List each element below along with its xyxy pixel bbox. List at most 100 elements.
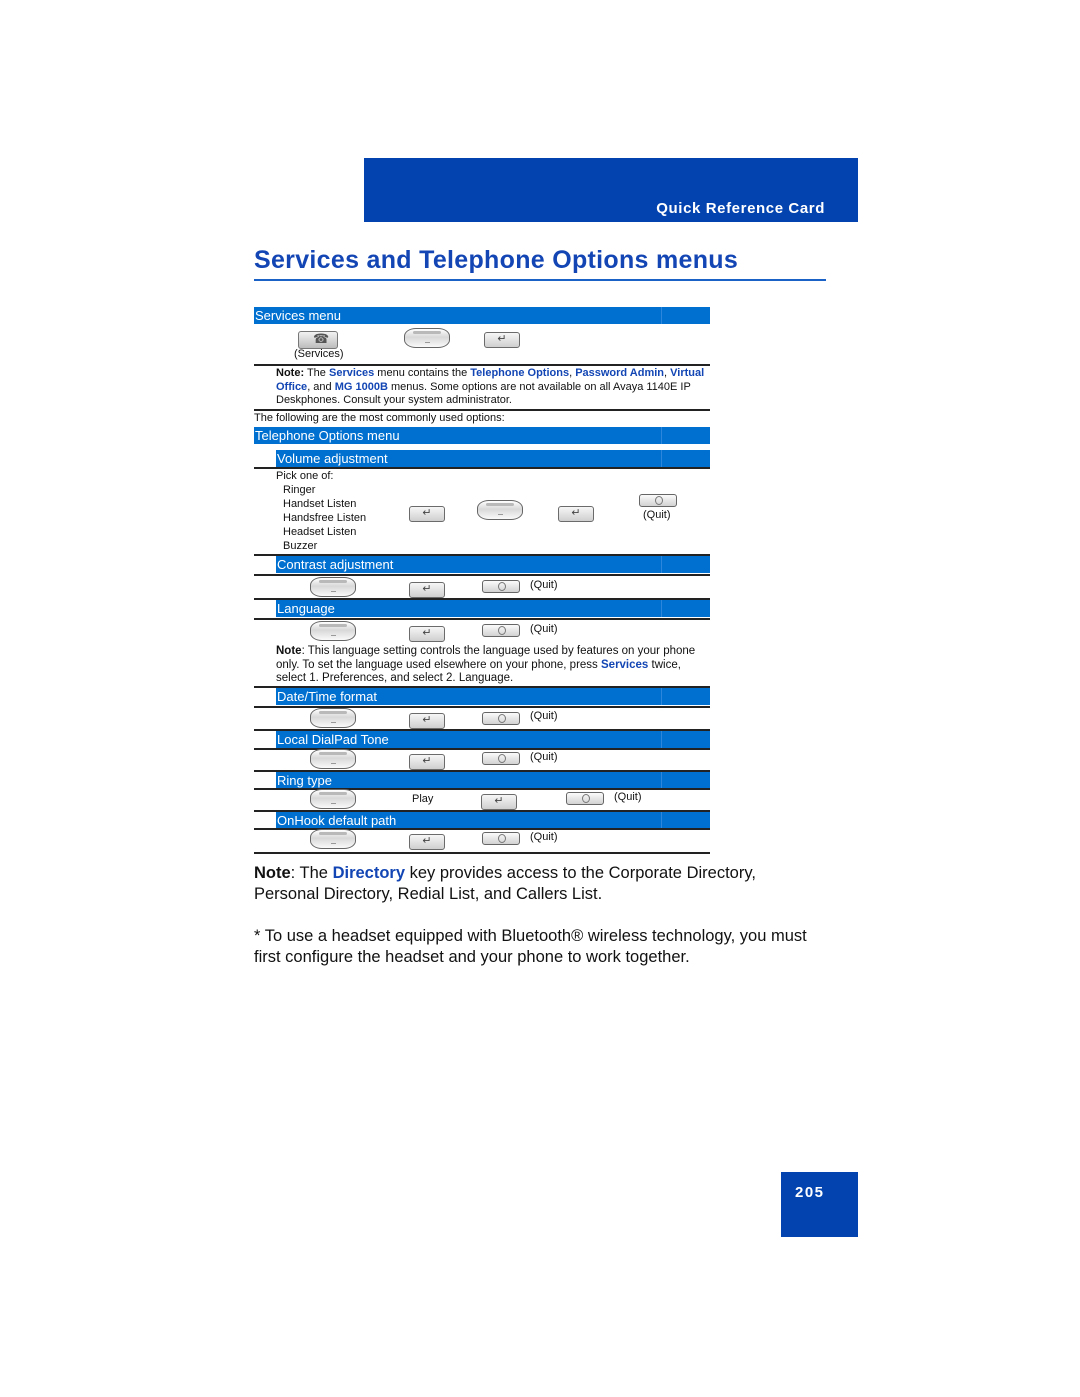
enter-key-icon: ↵ — [571, 507, 581, 519]
telephone-options-menu-header: Telephone Options menu — [254, 427, 710, 444]
enter-key-icon: ↵ — [422, 507, 432, 519]
services-key-caption: (Services) — [294, 348, 344, 360]
page-title: Services and Telephone Options menus — [254, 246, 739, 274]
section-label: Quick Reference Card — [656, 200, 825, 217]
services-note: Note: The Services menu contains the Tel… — [276, 367, 708, 408]
enter-key-icon: ↵ — [422, 583, 432, 595]
enter-key[interactable]: ↵ — [481, 794, 517, 810]
onhook-default-path-title: OnHook default path — [277, 813, 397, 828]
note-text: , and — [307, 380, 335, 393]
datetime-format-header: Date/Time format — [276, 688, 710, 705]
services-link-text: Services — [601, 658, 649, 671]
common-options-text: The following are the most commonly used… — [254, 412, 505, 424]
header-banner: Quick Reference Card — [364, 158, 858, 222]
play-label: Play — [412, 793, 434, 805]
ring-type-header: Ring type — [276, 772, 710, 789]
navigation-cluster-icon[interactable] — [310, 577, 356, 597]
quit-key-icon[interactable] — [482, 580, 520, 593]
language-header: Language — [276, 600, 710, 617]
divider — [254, 574, 710, 576]
quit-label: (Quit) — [530, 623, 558, 635]
page-number: 205 — [795, 1184, 825, 1201]
note-label: Note — [276, 645, 302, 657]
quit-label: (Quit) — [643, 509, 671, 521]
services-link-text: Services — [328, 367, 375, 379]
services-key[interactable]: ☎ — [298, 331, 338, 349]
volume-option: Ringer — [283, 484, 316, 496]
telephone-options-text: Telephone Options — [470, 367, 570, 379]
note-text: : The — [290, 864, 333, 882]
quit-key-icon[interactable] — [566, 792, 604, 805]
divider — [254, 409, 710, 411]
enter-key-icon: ↵ — [422, 755, 432, 767]
navigation-cluster-icon[interactable] — [477, 500, 523, 520]
mg1000b-text: MG 1000B — [334, 380, 388, 393]
ring-type-title: Ring type — [277, 773, 332, 788]
volume-option: Handset Listen — [283, 498, 357, 510]
datetime-format-title: Date/Time format — [277, 689, 377, 704]
divider — [254, 618, 710, 620]
directory-key-text: Directory — [332, 864, 406, 882]
telephone-options-menu-title: Telephone Options menu — [255, 428, 400, 443]
services-key-icon: ☎ — [313, 331, 330, 346]
volume-option: Headset Listen — [283, 526, 357, 538]
navigation-cluster-icon[interactable] — [404, 328, 450, 348]
note-text: menu contains the — [374, 367, 471, 379]
directory-note: Note: The Directory key provides access … — [254, 863, 824, 905]
navigation-cluster-icon[interactable] — [310, 789, 356, 809]
dialpad-tone-title: Local DialPad Tone — [277, 732, 389, 747]
quit-label: (Quit) — [530, 751, 558, 763]
onhook-default-path-header: OnHook default path — [276, 812, 710, 829]
enter-key-icon: ↵ — [422, 714, 432, 726]
services-menu-header: Services menu — [254, 307, 710, 324]
dialpad-tone-header: Local DialPad Tone — [276, 731, 710, 748]
note-label: Note — [254, 864, 291, 882]
divider — [254, 364, 710, 366]
services-menu-title: Services menu — [255, 308, 341, 323]
enter-key[interactable]: ↵ — [558, 506, 594, 522]
language-title: Language — [277, 601, 335, 616]
language-section: Language — [254, 598, 710, 619]
enter-key[interactable]: ↵ — [409, 626, 445, 642]
quit-key-icon[interactable] — [482, 752, 520, 765]
contrast-adjustment-title: Contrast adjustment — [277, 557, 394, 572]
enter-key[interactable]: ↵ — [484, 332, 520, 348]
quit-label: (Quit) — [614, 791, 642, 803]
divider — [254, 467, 710, 469]
volume-adjustment-header: Volume adjustment — [276, 450, 710, 467]
navigation-cluster-icon[interactable] — [310, 749, 356, 769]
language-note: Note: This language setting controls the… — [276, 645, 706, 686]
note-label: Note: — [276, 367, 305, 379]
enter-key[interactable]: ↵ — [409, 754, 445, 770]
navigation-cluster-icon[interactable] — [310, 708, 356, 728]
bluetooth-note: * To use a headset equipped with Bluetoo… — [254, 927, 807, 966]
enter-key[interactable]: ↵ — [409, 834, 445, 850]
volume-option: Buzzer — [283, 540, 318, 552]
quit-key-icon[interactable] — [639, 494, 677, 507]
page-number-box: 205 — [781, 1172, 858, 1237]
divider — [254, 852, 710, 854]
enter-key[interactable]: ↵ — [409, 713, 445, 729]
enter-key[interactable]: ↵ — [409, 582, 445, 598]
quit-key-icon[interactable] — [482, 832, 520, 845]
dialpad-tone-section: Local DialPad Tone — [254, 729, 710, 750]
enter-key[interactable]: ↵ — [409, 506, 445, 522]
quit-key-icon[interactable] — [482, 712, 520, 725]
note-text: The — [304, 367, 329, 379]
pick-one-label: Pick one of: — [276, 470, 334, 482]
datetime-section: Date/Time format — [254, 686, 710, 707]
volume-section: Volume adjustment — [254, 448, 710, 467]
contrast-section: Contrast adjustment — [254, 554, 710, 575]
title-underline — [254, 279, 826, 281]
quit-label: (Quit) — [530, 710, 558, 722]
quit-label: (Quit) — [530, 831, 558, 843]
enter-key-icon: ↵ — [497, 333, 507, 345]
quit-key-icon[interactable] — [482, 624, 520, 637]
quit-label: (Quit) — [530, 579, 558, 591]
enter-key-icon: ↵ — [494, 795, 504, 807]
navigation-cluster-icon[interactable] — [310, 829, 356, 849]
contrast-adjustment-header: Contrast adjustment — [276, 556, 710, 573]
navigation-cluster-icon[interactable] — [310, 621, 356, 641]
enter-key-icon: ↵ — [422, 835, 432, 847]
enter-key-icon: ↵ — [422, 627, 432, 639]
